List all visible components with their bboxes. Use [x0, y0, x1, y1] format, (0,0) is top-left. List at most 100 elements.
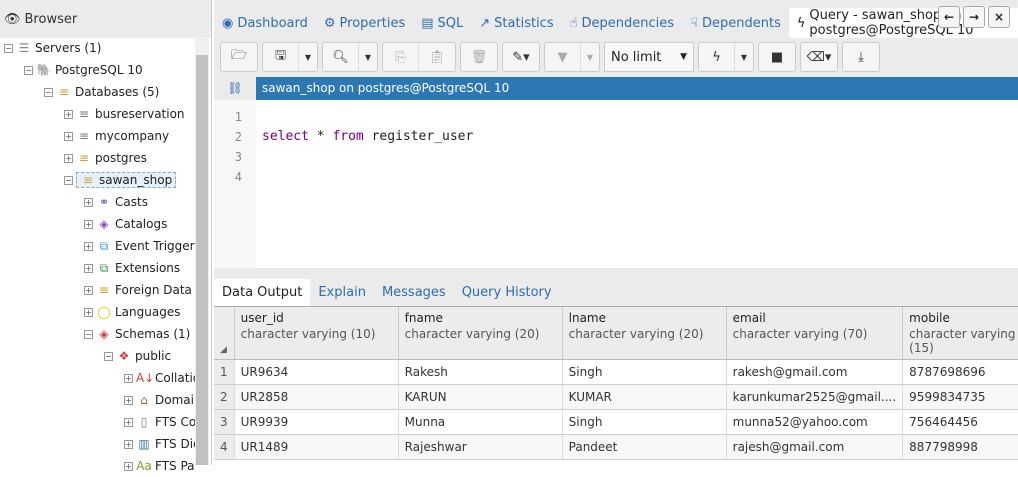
tree-item-content[interactable]: ❖ public [116, 349, 172, 363]
row-number[interactable]: 4 [214, 434, 235, 460]
expand-icon[interactable]: + [64, 153, 73, 163]
result-tab[interactable]: Messages [374, 279, 454, 306]
code-line[interactable]: select * from register_user [262, 127, 473, 147]
collapse-icon[interactable]: − [64, 175, 73, 185]
tree-item-content[interactable]: ◈ Schemas (1) [96, 327, 190, 341]
expand-icon[interactable]: + [84, 197, 93, 207]
code-area[interactable]: select * from register_user [256, 100, 473, 268]
table-cell[interactable]: 8787698696 [902, 359, 1018, 385]
tab-sql[interactable]: ▤ SQL [413, 8, 471, 38]
tree-item[interactable]: +A↓Collations [0, 367, 195, 389]
row-limit-select[interactable]: No limit ▼ [604, 42, 694, 72]
tree-item[interactable]: + ▯ FTS Configurations [0, 411, 195, 433]
code-line[interactable] [262, 147, 473, 167]
tab-dependents[interactable]: ☟ Dependents [682, 8, 789, 38]
paste-button[interactable]: 📋︎ [419, 43, 455, 71]
table-cell[interactable]: UR9634 [234, 359, 399, 385]
expand-icon[interactable]: + [84, 307, 93, 317]
arrow-left-icon[interactable]: ← [938, 6, 960, 28]
tree-item-content[interactable]: ⧉ Extensions [96, 261, 180, 276]
collapse-icon[interactable]: − [104, 351, 113, 361]
tree-item-content[interactable]: ⚭ Casts [96, 195, 148, 209]
column-header[interactable]: email character varying (70) [726, 307, 904, 360]
table-row[interactable]: 4 UR1489 Rajeshwar Pandeet rajesh@gmail.com 8… [214, 434, 1018, 460]
expand-icon[interactable]: + [64, 131, 73, 141]
tab-dashboard[interactable]: ◉ Dashboard [214, 8, 316, 38]
table-cell[interactable]: rajesh@gmail.com [726, 434, 904, 460]
tree-item-content[interactable]: ⌂ Domains [136, 393, 195, 407]
save-dropdown[interactable]: ▼ [299, 43, 317, 71]
tree-item-content[interactable]: ≡ postgres [76, 151, 147, 165]
expand-icon[interactable]: + [124, 417, 133, 427]
tree-item-content[interactable]: ◈ Catalogs [96, 217, 167, 231]
copy-button[interactable]: ⎘ [383, 43, 419, 71]
tree-item[interactable]: − 🐘 PostgreSQL 10 [0, 59, 195, 81]
open-file-button[interactable]: 🗁 [221, 43, 257, 71]
edit-button[interactable]: ✎▾ [503, 43, 539, 71]
tree-item[interactable]: − ◈ Schemas (1) [0, 323, 195, 345]
table-cell[interactable]: KUMAR [562, 384, 727, 410]
tree-item[interactable]: + ⧉ Event Triggers [0, 235, 195, 257]
clear-button[interactable]: ⌫▾ [801, 43, 837, 71]
tree-item-content[interactable]: ⧉ Event Triggers [96, 239, 195, 254]
stop-button[interactable]: ■ [759, 43, 795, 71]
execute-button[interactable]: ϟ [699, 43, 735, 71]
table-row[interactable]: 1 UR9634 Rakesh Singh rakesh@gmail.com 878769… [214, 359, 1018, 385]
table-cell[interactable]: KARUN [398, 384, 563, 410]
code-line[interactable] [262, 167, 473, 187]
code-line[interactable] [262, 107, 473, 127]
tree-item-content[interactable]: ≡ mycompany [76, 129, 169, 143]
tree-item[interactable]: + ◈ Catalogs [0, 213, 195, 235]
tree-item[interactable]: + ≡ Foreign Data Wrappers [0, 279, 195, 301]
find-dropdown[interactable]: ▼ [359, 43, 377, 71]
table-cell[interactable]: 756464456 [902, 409, 1018, 435]
result-tab[interactable]: Query History [454, 279, 560, 306]
tree-item[interactable]: + ≡ busreservation [0, 103, 195, 125]
table-cell[interactable]: UR1489 [234, 434, 399, 460]
table-cell[interactable]: rakesh@gmail.com [726, 359, 904, 385]
result-tab[interactable]: Data Output [214, 279, 311, 306]
table-cell[interactable]: Singh [562, 409, 727, 435]
expand-icon[interactable]: + [124, 373, 133, 383]
delete-button[interactable]: 🗑︎ [461, 43, 497, 71]
table-row[interactable]: 3 UR9939 Munna Singh munna52@yahoo.com 756464… [214, 409, 1018, 435]
link-icon[interactable]: ⛓ [214, 77, 256, 100]
tree-item[interactable]: − ☰ Servers (1) [0, 37, 195, 59]
collapse-icon[interactable]: − [4, 43, 13, 53]
tree-item[interactable]: + ≡ mycompany [0, 125, 195, 147]
tree-item-content[interactable]: ≡ Databases (5) [56, 85, 159, 99]
filter-button[interactable]: ▼ [545, 43, 581, 71]
table-cell[interactable]: UR9939 [234, 409, 399, 435]
tree-item[interactable]: + ▥ FTS Dictionaries [0, 433, 195, 455]
sql-editor[interactable]: 1 2 3 4 select * from register_user [214, 100, 1018, 268]
tree-scrollbar[interactable] [195, 37, 209, 465]
table-cell[interactable]: Singh [562, 359, 727, 385]
tree-item-content[interactable]: ≡ Foreign Data Wrappers [96, 283, 195, 297]
table-row[interactable]: 2 UR2858 KARUN KUMAR karunkumar2525@gmail...… [214, 384, 1018, 410]
expand-icon[interactable]: + [84, 241, 93, 251]
tree-item-content[interactable]: ▯ FTS Configurations [136, 415, 195, 429]
expand-icon[interactable]: + [84, 263, 93, 273]
result-tab[interactable]: Explain [310, 279, 374, 306]
tab-properties[interactable]: ⚙ Properties [316, 8, 413, 38]
tree-item[interactable]: + ≡ postgres [0, 147, 195, 169]
tree-item[interactable]: + ⌂ Domains [0, 389, 195, 411]
save-button[interactable]: 🖫 [263, 43, 299, 71]
expand-icon[interactable]: + [84, 219, 93, 229]
table-cell[interactable]: Munna [398, 409, 563, 435]
column-header[interactable]: fname character varying (20) [398, 307, 563, 360]
expand-icon[interactable]: + [64, 109, 73, 119]
find-button[interactable]: 🔍︎ [323, 43, 359, 71]
tree-item[interactable]: +AaFTS Parsers [0, 455, 195, 477]
column-header[interactable]: mobile character varying (15) [902, 307, 1018, 360]
scrollbar-thumb[interactable] [196, 55, 208, 465]
tree-item[interactable]: − ❖ public [0, 345, 195, 367]
expand-icon[interactable]: + [124, 439, 133, 449]
execute-dropdown[interactable]: ▼ [735, 43, 753, 71]
row-number[interactable]: 2 [214, 384, 235, 410]
table-cell[interactable]: karunkumar2525@gmail.... [726, 384, 904, 410]
expand-icon[interactable]: + [124, 461, 133, 471]
tree-item-content[interactable]: ▥ FTS Dictionaries [136, 437, 195, 451]
close-icon[interactable]: × [988, 6, 1010, 28]
tree-item-content[interactable]: A↓Collations [136, 371, 195, 385]
